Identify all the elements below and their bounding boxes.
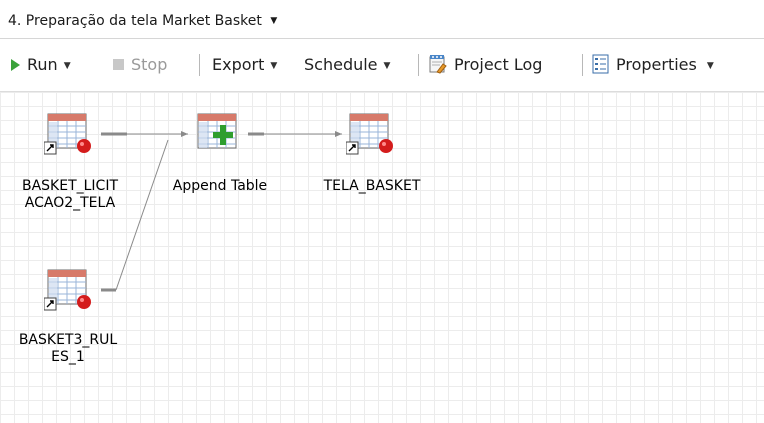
properties-button[interactable]: Properties ▼ xyxy=(592,53,714,77)
export-label: Export xyxy=(212,55,265,74)
node-label: BASKET_LICIT ACAO2_TELA xyxy=(6,178,134,212)
node-label: TELA_BASKET xyxy=(323,178,421,194)
process-flow-canvas[interactable]: BASKET_LICIT ACAO2_TELA Append Table TEL… xyxy=(0,92,764,423)
project-log-icon xyxy=(428,54,448,81)
stop-button[interactable]: Stop xyxy=(113,53,167,77)
schedule-label: Schedule xyxy=(304,55,378,74)
schedule-button[interactable]: Schedule ▼ xyxy=(304,53,390,77)
append-table-node[interactable] xyxy=(194,112,246,160)
table-shortcut-icon xyxy=(44,269,91,311)
node-label: BASKET3_RUL ES_1 xyxy=(2,332,134,366)
play-icon xyxy=(11,59,20,71)
append-table-icon xyxy=(197,113,237,149)
toolbar: Run ▼ Stop Export ▼ Schedule ▼ Project Log xyxy=(0,39,764,92)
properties-icon xyxy=(592,54,610,81)
node-label-line: BASKET3_RUL xyxy=(18,332,118,348)
chevron-down-icon[interactable]: ▼ xyxy=(384,61,391,71)
connector-line xyxy=(115,139,169,291)
table-shortcut-icon xyxy=(346,113,393,155)
stop-icon xyxy=(113,59,124,70)
run-button[interactable]: Run ▼ xyxy=(11,53,71,77)
export-button[interactable]: Export ▼ xyxy=(212,53,277,77)
project-log-button[interactable]: Project Log xyxy=(428,53,542,77)
node-label-line: ACAO2_TELA xyxy=(24,195,116,211)
node-label-line: BASKET_LICIT xyxy=(21,178,119,194)
project-log-label: Project Log xyxy=(454,55,543,74)
chevron-down-icon[interactable]: ▼ xyxy=(270,61,277,71)
tab-bar: 4. Preparação da tela Market Basket ▼ xyxy=(0,4,764,39)
table-shortcut-icon xyxy=(44,113,91,155)
node-label-line: ES_1 xyxy=(51,349,85,365)
flow-tab[interactable]: 4. Preparação da tela Market Basket ▼ xyxy=(2,8,283,34)
toolbar-separator xyxy=(418,54,419,76)
stop-label: Stop xyxy=(131,55,168,74)
chevron-down-icon[interactable]: ▼ xyxy=(270,16,277,26)
run-label: Run xyxy=(27,55,58,74)
chevron-down-icon[interactable]: ▼ xyxy=(707,61,714,71)
table-node-basket3-rules[interactable] xyxy=(44,268,96,316)
table-node-basket-licitacao2[interactable] xyxy=(44,112,96,160)
node-label: Append Table xyxy=(172,178,268,194)
toolbar-separator xyxy=(199,54,200,76)
toolbar-separator xyxy=(582,54,583,76)
chevron-down-icon[interactable]: ▼ xyxy=(64,61,71,71)
table-node-tela-basket[interactable] xyxy=(346,112,398,160)
flow-tab-title: 4. Preparação da tela Market Basket xyxy=(8,13,262,29)
properties-label: Properties xyxy=(616,55,697,74)
